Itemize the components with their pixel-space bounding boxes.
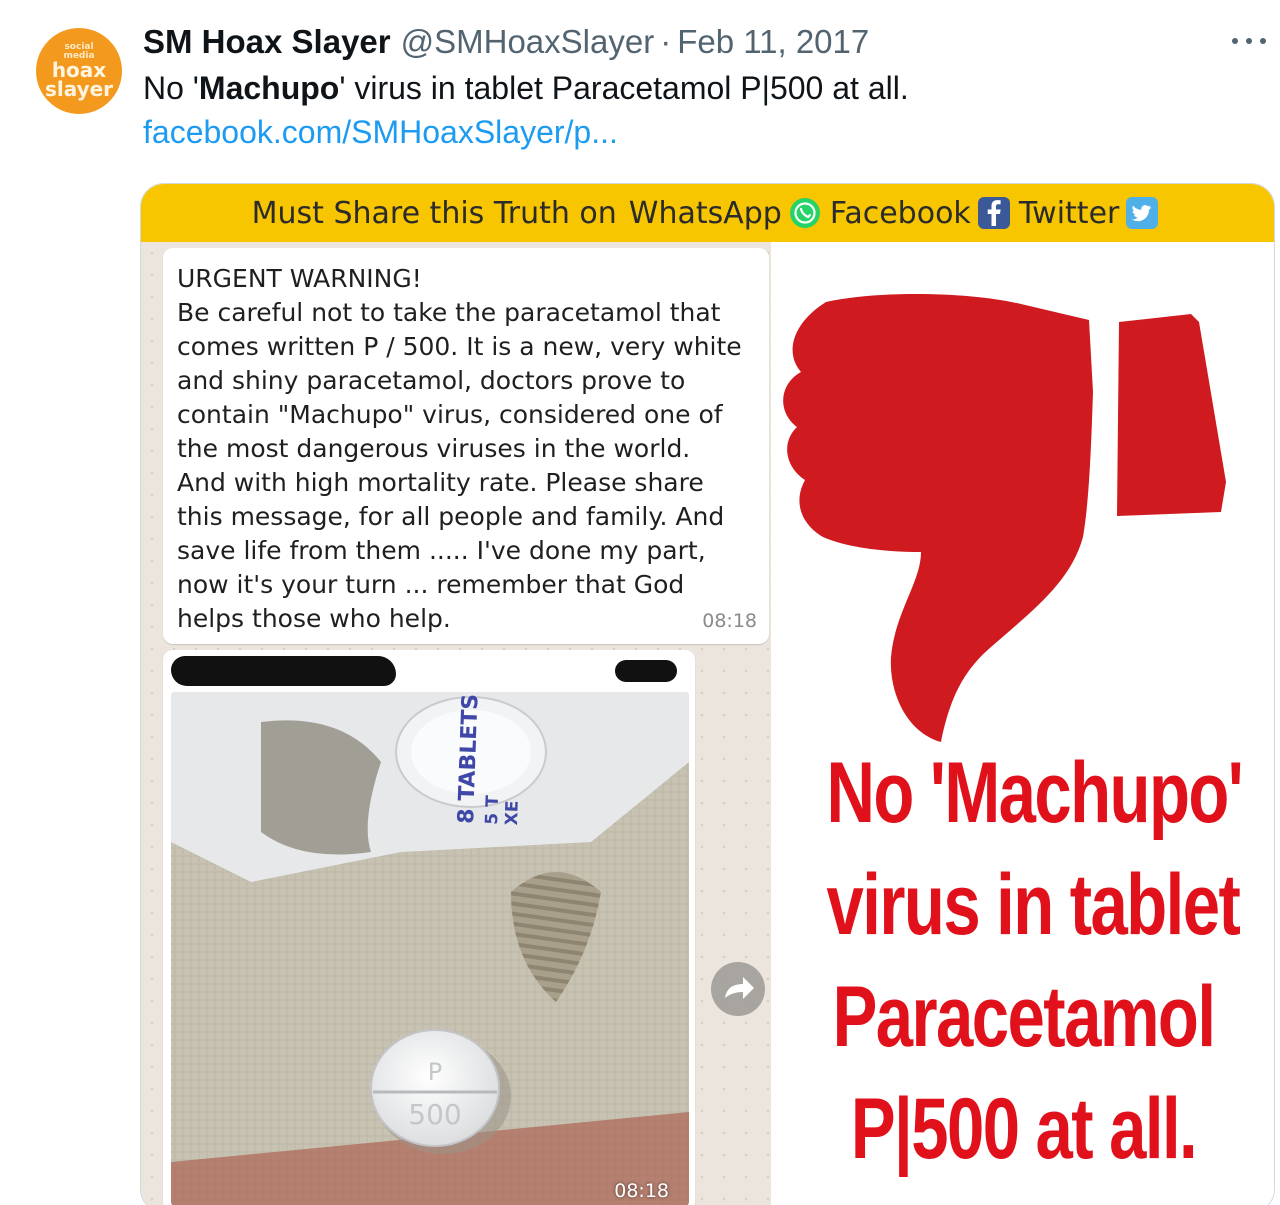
message-text: URGENT WARNING! Be careful not to take t…	[177, 262, 755, 636]
image-message-bubble: 8 TABLETS 5 T XE P 500 08:18	[163, 650, 695, 1205]
message-line: contain "Machupo" virus, considered one …	[177, 400, 723, 429]
message-line: and shiny paracetamol, doctors prove to	[177, 366, 686, 395]
redaction-mark	[171, 656, 396, 686]
message-line: helps those who help.	[177, 604, 451, 633]
message-line: save life from them ..... I've done my p…	[177, 536, 706, 565]
tweet-media-image[interactable]: Must Share this Truth on WhatsApp Facebo…	[140, 183, 1275, 1205]
whatsapp-icon	[789, 198, 820, 228]
banner-twitter-label: Twitter	[1018, 195, 1120, 231]
tweet-date[interactable]: Feb 11, 2017	[677, 23, 869, 61]
claim-line: virus in tablet	[826, 857, 1241, 953]
blister-text-3: XE	[502, 800, 523, 825]
pill-text-top: P	[428, 1058, 442, 1086]
pill-photo: 8 TABLETS 5 T XE P 500 08:18	[171, 692, 689, 1205]
claim-line: Paracetamol	[832, 969, 1216, 1065]
tweet-text-suffix: ' virus in tablet Paracetamol P|500 at a…	[339, 70, 909, 106]
pill-text-bottom: 500	[408, 1098, 461, 1131]
message-line: this message, for all people and family.…	[177, 502, 725, 531]
message-line: now it's your turn ... remember that God	[177, 570, 685, 599]
facebook-icon	[977, 197, 1010, 229]
tweet-text-bold: Machupo	[198, 70, 340, 106]
photo-time: 08:18	[614, 1180, 669, 1202]
message-line: And with high mortality rate. Please sha…	[177, 468, 704, 497]
message-line: Be careful not to take the paracetamol t…	[177, 298, 721, 327]
tweet-text: No 'Machupo' virus in tablet Paracetamol…	[143, 70, 909, 107]
more-dot	[1260, 38, 1266, 44]
claim-panel: No 'Machupo' virus in tablet Paracetamol…	[771, 242, 1274, 1205]
twitter-icon	[1126, 197, 1159, 229]
avatar[interactable]: social media hoax slayer	[36, 28, 122, 114]
more-dot	[1232, 38, 1238, 44]
claim-line: P|500 at all.	[850, 1081, 1198, 1177]
message-line: the most dangerous viruses in the world.	[177, 434, 691, 463]
message-line: comes written P / 500. It is a new, very…	[177, 332, 742, 361]
share-banner: Must Share this Truth on WhatsApp Facebo…	[141, 184, 1274, 242]
forward-icon[interactable]	[709, 960, 767, 1018]
banner-facebook-label: Facebook	[829, 195, 971, 231]
header-separator: ·	[660, 23, 672, 60]
more-icon[interactable]	[1232, 30, 1266, 52]
tweet-text-prefix: No '	[143, 70, 199, 106]
message-line: URGENT WARNING!	[177, 264, 422, 293]
more-dot	[1246, 38, 1252, 44]
chat-screenshot: URGENT WARNING! Be careful not to take t…	[141, 242, 771, 1205]
message-time: 08:18	[702, 610, 757, 632]
claim-text: No 'Machupo' virus in tablet Paracetamol…	[771, 737, 1274, 1185]
blister-text-2: 5 T	[482, 795, 503, 825]
pill-photo-drawing: 8 TABLETS 5 T XE P 500	[171, 692, 689, 1205]
tweet-header: SM Hoax Slayer @SMHoaxSlayer · Feb 11, 2…	[143, 22, 869, 62]
thumbs-down-icon	[783, 293, 1226, 742]
message-bubble: URGENT WARNING! Be careful not to take t…	[163, 248, 769, 644]
avatar-text-slayer: slayer	[44, 76, 114, 101]
claim-line: No 'Machupo'	[826, 745, 1244, 841]
redaction-mark	[615, 660, 677, 682]
banner-whatsapp-label: WhatsApp	[628, 195, 782, 231]
tweet-link[interactable]: facebook.com/SMHoaxSlayer/p...	[143, 114, 618, 151]
user-handle[interactable]: @SMHoaxSlayer	[401, 23, 655, 61]
banner-prefix: Must Share this Truth on	[251, 195, 617, 231]
display-name[interactable]: SM Hoax Slayer	[143, 23, 391, 61]
blister-text: 8 TABLETS	[454, 693, 484, 824]
